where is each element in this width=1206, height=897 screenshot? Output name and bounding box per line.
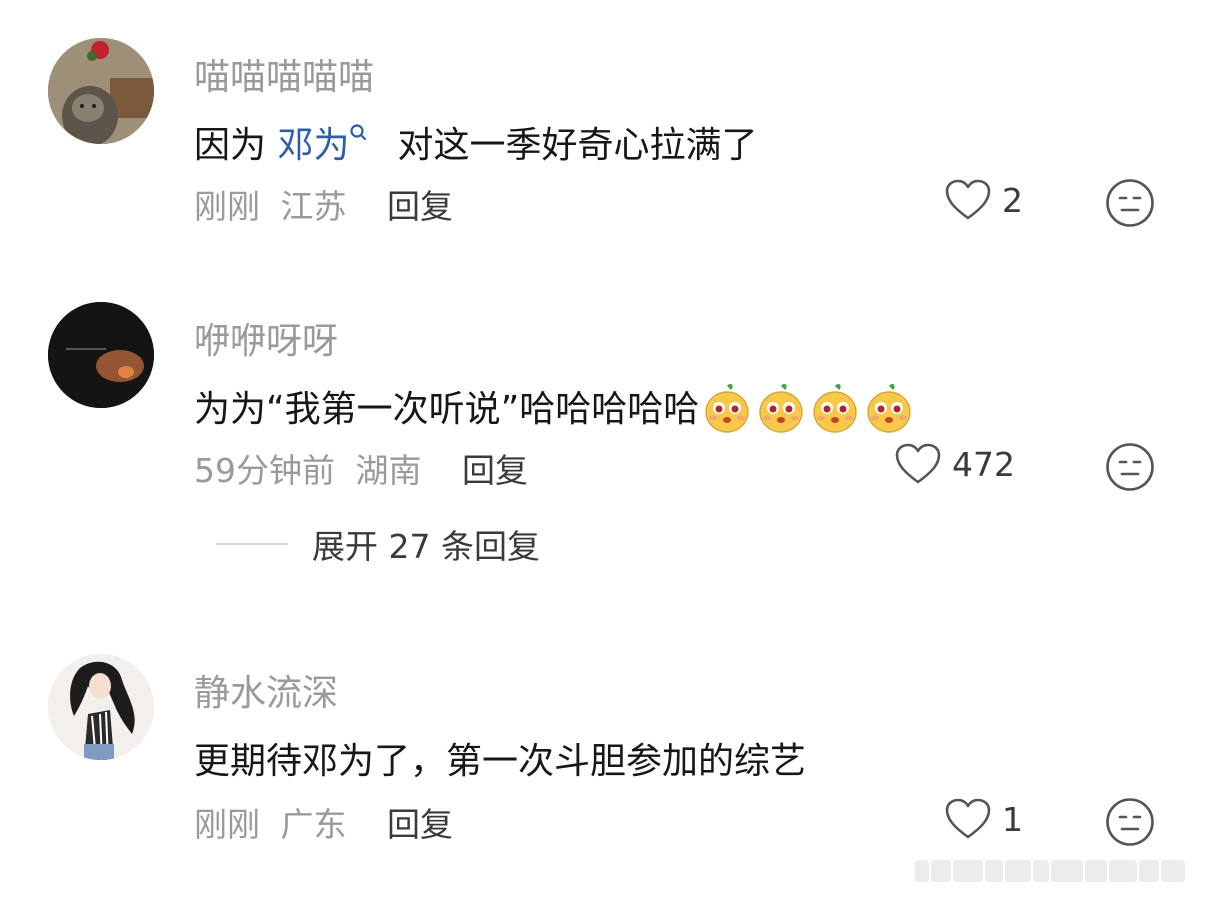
expand-replies-button[interactable]: 展开 27 条回复 [216,520,540,568]
dislike-button[interactable] [1105,797,1155,847]
reply-button[interactable]: 回复 [387,187,453,226]
comment-text-prefix: 因为 [194,125,278,166]
avatar[interactable] [48,302,154,408]
cute-yellow-face-emoji [701,382,753,434]
comment-location: 湖南 [355,451,422,490]
search-icon[interactable] [349,114,371,141]
comment-location: 江苏 [280,187,347,226]
mention-link[interactable]: 邓为 [277,125,349,166]
comment-time: 刚刚 [194,805,260,844]
comment-text-body: 为为“我第一次听说”哈哈哈哈哈 [194,389,700,430]
avatar[interactable] [48,38,154,144]
dislike-button[interactable] [1105,178,1155,228]
reply-button[interactable]: 回复 [462,451,528,490]
comment-text: 为为“我第一次听说”哈哈哈哈哈 [194,380,915,434]
comment-time: 刚刚 [194,187,260,226]
like-count: 2 [1002,180,1023,220]
dislike-button[interactable] [1105,442,1155,492]
comment-meta: 刚刚 广东 回复 [194,798,453,846]
comment-location: 广东 [280,805,347,844]
comment-text-suffix: 对这一季好奇心拉满了 [397,125,758,166]
neutral-face-icon [1105,443,1155,496]
avatar[interactable] [48,654,154,760]
comment-meta: 刚刚 江苏 回复 [194,180,453,228]
heart-outline-icon [944,797,992,841]
heart-outline-icon [894,442,942,486]
like-button[interactable]: 472 [894,442,1015,486]
cute-yellow-face-emoji [755,382,807,434]
like-count: 1 [1002,799,1023,839]
watermark [915,860,1200,882]
expand-replies-label: 展开 27 条回复 [312,527,540,566]
neutral-face-icon [1105,179,1155,232]
cute-yellow-face-emoji [809,382,861,434]
divider [216,543,288,545]
comment-text: 更期待邓为了，第一次斗胆参加的综艺 [194,741,807,782]
like-button[interactable]: 2 [944,178,1023,222]
username[interactable]: 静水流深 [194,664,338,716]
comment-text: 因为 邓为 对这一季好奇心拉满了 [194,116,757,168]
like-count: 472 [952,444,1015,484]
username[interactable]: 咿咿呀呀 [194,312,338,364]
emoji-list [699,383,915,433]
heart-outline-icon [944,178,992,222]
like-button[interactable]: 1 [944,797,1023,841]
comment-time: 59分钟前 [194,451,335,490]
neutral-face-icon [1105,798,1155,851]
reply-button[interactable]: 回复 [387,805,453,844]
username[interactable]: 喵喵喵喵喵 [194,48,374,100]
cute-yellow-face-emoji [863,382,915,434]
comment-meta: 59分钟前 湖南 回复 [194,444,528,492]
